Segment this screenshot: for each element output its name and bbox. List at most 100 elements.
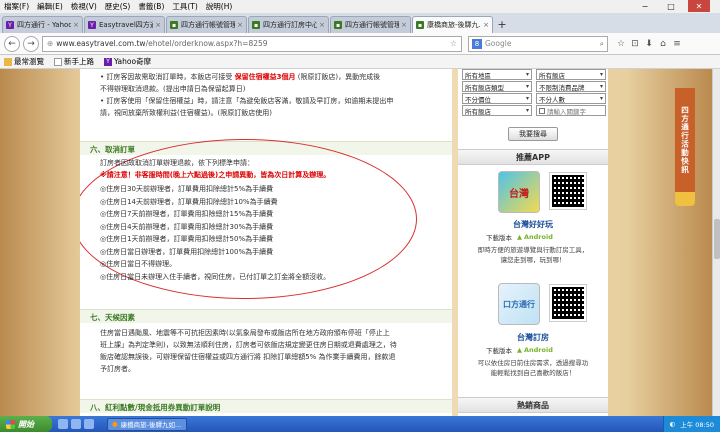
tab-label: Easytravel四方通... [99, 21, 153, 29]
brand-select[interactable]: 不限制消費品牌 [536, 81, 606, 92]
quick-launch-icon[interactable] [84, 419, 94, 429]
android-icon: ▲ [517, 346, 522, 354]
app-description: 可以依住房日前住房需求，透過搜尋功 能輕鬆找到自己喜歡的飯店！ [477, 359, 589, 377]
forward-button[interactable]: → [23, 35, 39, 52]
bookmark-most-visited[interactable]: 最常瀏覽 [4, 56, 44, 67]
hotel-select[interactable]: 所有飯店 [536, 69, 606, 80]
menu-view[interactable]: 檢視(V) [71, 1, 97, 12]
download-icon[interactable]: ⬇ [642, 39, 656, 49]
booking-app-icon[interactable]: 口方通行 [498, 283, 540, 325]
yahoo-favicon-icon: Y [6, 21, 14, 29]
quick-launch-icon[interactable] [71, 419, 81, 429]
minimize-button[interactable]: − [636, 0, 654, 12]
tab-close-icon[interactable]: × [237, 21, 243, 29]
page-icon [54, 57, 62, 66]
price-select[interactable]: 不分價位 [462, 93, 532, 104]
bookmark-icon[interactable]: ☆ [614, 39, 628, 49]
intro-line: • 訂房客因故需取消訂單時，本飯店可接受 保留住宿權益3個月 (限原訂飯店)，異… [100, 73, 381, 81]
intro-line: • 訂房客使用「保留住宿權益」時，請注意「為避免飯店客滿，敬請及早訂房，如逾期未… [100, 97, 394, 105]
region-select[interactable]: 所有地區 [462, 69, 532, 80]
intro-paragraph: • 訂房客因故需取消訂單時，本飯店可接受 保留住宿權益3個月 (限原訂飯店)，異… [100, 71, 393, 119]
bookmark-star-icon[interactable]: ☆ [450, 39, 457, 48]
menu-file[interactable]: 檔案(F) [4, 1, 29, 12]
start-button[interactable]: 開始 [0, 416, 52, 432]
bookmark-yahoo[interactable]: Y Yahoo奇摩 [104, 56, 151, 67]
tab-close-icon[interactable]: × [483, 21, 489, 29]
android-link[interactable]: Android [524, 346, 553, 354]
events-badge[interactable]: 四方通行活動快訊 [675, 88, 695, 192]
new-tab-button[interactable]: + [494, 16, 510, 33]
library-icon[interactable]: ⊡ [628, 39, 642, 49]
folder-icon [4, 57, 12, 66]
search-button[interactable]: 我要搜尋 [508, 127, 558, 141]
qr-code-icon [549, 284, 587, 322]
badge-decoration [675, 192, 695, 206]
filter-row: 所有飯店類型 不限制消費品牌 [462, 81, 608, 92]
intro-line: 請，視同放棄所致權利益(住宿權益)。(限原訂飯店使用) [100, 109, 272, 117]
checkbox-icon[interactable] [539, 107, 545, 114]
system-tray: ◐ 上午 08:50 [662, 416, 720, 432]
taiwan-travel-app-icon[interactable]: 台灣 [498, 171, 540, 213]
intro-line: 不得辦理取消退款。(提出申請日為保留起算日) [100, 85, 246, 93]
site-favicon-icon: ▪ [170, 21, 178, 29]
scrollbar-thumb[interactable] [714, 219, 720, 259]
windows-logo-icon [6, 419, 15, 429]
cancel-rule: ◎住房日當日未辦理入住手續者，視同住房，已付訂單之訂金將全額沒收。 [100, 272, 331, 281]
menu-help[interactable]: 說明(H) [206, 1, 233, 12]
url-bar[interactable]: ⊕ www.easytravel.com.tw /ehotel/orderkno… [42, 35, 462, 52]
quick-launch-icon[interactable] [58, 419, 68, 429]
all-hotels-select[interactable]: 所有飯店 [462, 105, 532, 116]
tab-bar: Y 四方通行 - Yahoo... × Y Easytravel四方通... ×… [0, 13, 720, 33]
cancel-rules-list: ◎住房日30天前辦理者，訂單費用扣除總計5%為手續費 ◎住房日14天前辦理者，訂… [100, 183, 330, 283]
bookmark-getting-started[interactable]: 新手上路 [54, 56, 94, 67]
yahoo-favicon-icon: Y [88, 21, 96, 29]
home-icon[interactable]: ⌂ [656, 39, 670, 49]
menu-history[interactable]: 歷史(S) [105, 1, 131, 12]
search-placeholder: Google [485, 39, 512, 48]
weather-line: 飯店確認無誤後，可辦理保留住宿權益或四方通行將 扣除訂單總額5% 為作業手續費用… [100, 353, 396, 361]
cancel-rule: ◎住房日當日不得辦理。 [100, 260, 177, 268]
app-title[interactable]: 台灣訂房 [458, 332, 608, 343]
tab-account-2[interactable]: ▪ 四方通行帳號管理... × [330, 16, 411, 33]
hotel-type-select[interactable]: 所有飯店類型 [462, 81, 532, 92]
section-title: 八、紅利點數/現金抵用券異動訂單說明 [90, 403, 221, 412]
url-path: /ehotel/orderknow.aspx?h=8259 [145, 39, 268, 48]
weather-line: 住房當日遇颱風、地震等不可抗拒因素時(以氣象局發布或飯店所在地方政府頒布停班「停… [100, 329, 390, 337]
tab-close-icon[interactable]: × [155, 21, 161, 29]
tab-close-icon[interactable]: × [319, 21, 325, 29]
window-controls: − □ ✕ [636, 0, 718, 12]
keyword-input[interactable]: 請輸入關鍵字 [536, 105, 606, 116]
terms-content: • 訂房客因故需取消訂單時，本飯店可接受 保留住宿權益3個月 (限原訂飯店)，異… [80, 69, 452, 416]
tab-close-icon[interactable]: × [401, 21, 407, 29]
cancel-rule: ◎住房日7天前辦理者，訂單費用扣除總計15%為手續費 [100, 210, 274, 218]
menu-bookmarks[interactable]: 書籤(B) [138, 1, 164, 12]
tray-icon[interactable]: ◐ [670, 420, 676, 428]
maximize-button[interactable]: □ [662, 0, 680, 12]
taskbar-window-item[interactable]: ● 康橋商旅-後驛九如... [107, 417, 187, 431]
app-title[interactable]: 台灣好好玩 [458, 219, 608, 230]
tab-yahoo-1[interactable]: Y 四方通行 - Yahoo... × [2, 16, 83, 33]
section-title: 六、取消訂單 [90, 145, 135, 154]
guests-select[interactable]: 不分人數 [536, 93, 606, 104]
back-button[interactable]: ← [4, 35, 20, 52]
tab-account-1[interactable]: ▪ 四方通行帳號管理... × [166, 16, 247, 33]
menu-tools[interactable]: 工具(T) [172, 1, 197, 12]
tab-close-icon[interactable]: × [73, 21, 79, 29]
menu-icon[interactable]: ≡ [670, 39, 684, 49]
android-link[interactable]: Android [524, 233, 553, 241]
filter-row: 所有飯店 [462, 105, 536, 116]
close-button[interactable]: ✕ [688, 0, 710, 12]
tab-yahoo-2[interactable]: Y Easytravel四方通... × [84, 16, 165, 33]
tab-booking-center[interactable]: ▪ 四方通行訂房中心... × [248, 16, 329, 33]
vertical-scrollbar[interactable] [712, 69, 720, 416]
tab-label: 四方通行 - Yahoo... [17, 21, 71, 29]
tab-hotel-active[interactable]: ▪ 康橋商旅-後驛九... × [412, 16, 493, 33]
menu-edit[interactable]: 編輯(E) [37, 1, 63, 12]
tab-label: 四方通行帳號管理... [181, 21, 236, 29]
search-bar[interactable]: 8 Google ⌕ [468, 35, 608, 52]
search-icon[interactable]: ⌕ [600, 39, 604, 49]
section-title: 七、天候因素 [90, 313, 135, 322]
android-icon: ▲ [517, 233, 522, 241]
cancel-warning: ※請注意！非客服時間(晚上六點過後)之申請異動，皆為次日計算及辦理。 [100, 171, 331, 179]
recommended-app-header: 推薦APP [458, 149, 608, 165]
